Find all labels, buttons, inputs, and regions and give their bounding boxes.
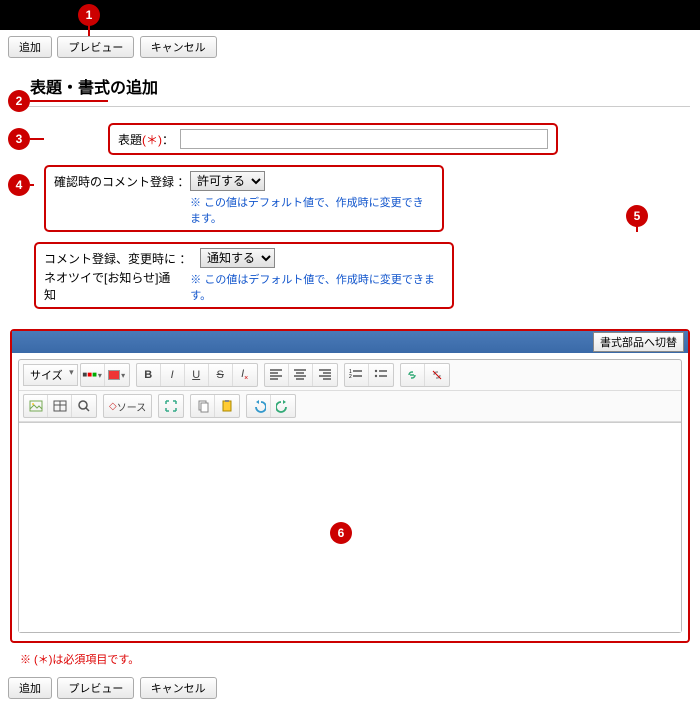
bg-color-button[interactable]: ▾ <box>105 364 129 386</box>
strike-button[interactable]: S <box>209 364 233 386</box>
ordered-list-button[interactable]: 12 <box>345 364 369 386</box>
align-left-button[interactable] <box>265 364 289 386</box>
editor-header-bar: 書式部品へ切替 <box>12 331 688 353</box>
table-button[interactable] <box>48 395 72 417</box>
editor-toolbar: サイズ ■■■▾ ▾ B I U S I× 12 <box>18 359 682 633</box>
align-center-button[interactable] <box>289 364 313 386</box>
add-button-bottom[interactable]: 追加 <box>8 677 52 699</box>
remove-format-button[interactable]: I× <box>233 364 257 386</box>
copy-button[interactable] <box>191 395 215 417</box>
find-button[interactable] <box>72 395 96 417</box>
undo-button[interactable] <box>247 395 271 417</box>
neotwi-notify-label: ネオツイで[お知らせ]通知 <box>44 269 176 303</box>
comment-change-note: ※ この値はデフォルト値で、作成時に変更できます。 <box>190 271 444 303</box>
preview-button-bottom[interactable]: プレビュー <box>57 677 134 699</box>
bold-button[interactable]: B <box>137 364 161 386</box>
comment-confirm-select[interactable]: 許可する <box>190 171 265 191</box>
link-button[interactable] <box>401 364 425 386</box>
comment-confirm-note: ※ この値はデフォルト値で、作成時に変更できます。 <box>190 194 434 226</box>
text-color-button[interactable]: ■■■▾ <box>81 364 105 386</box>
svg-text:2: 2 <box>349 374 352 380</box>
bottom-button-bar: 追加 プレビュー キャンセル <box>0 671 700 705</box>
comment-change-label: コメント登録、変更時に ： <box>44 250 194 267</box>
callout-badge-1: 1 <box>78 4 100 26</box>
align-right-button[interactable] <box>313 364 337 386</box>
preview-button[interactable]: プレビュー <box>57 36 134 58</box>
title-input[interactable] <box>180 129 548 149</box>
image-button[interactable] <box>24 395 48 417</box>
unordered-list-button[interactable] <box>369 364 393 386</box>
source-button[interactable]: ◇ソース <box>104 395 151 417</box>
font-size-select[interactable]: サイズ <box>23 364 78 386</box>
switch-format-parts-button[interactable]: 書式部品へ切替 <box>593 332 684 352</box>
page-title: 表題・書式の追加 <box>10 64 690 107</box>
callout-badge-4: 4 <box>8 174 30 196</box>
editor-container: 書式部品へ切替 サイズ ■■■▾ ▾ B I U S I× 12 <box>10 329 690 643</box>
italic-button[interactable]: I <box>161 364 185 386</box>
add-button[interactable]: 追加 <box>8 36 52 58</box>
underline-button[interactable]: U <box>185 364 209 386</box>
required-footnote: ※ (＊)は必須項目です。 <box>0 643 700 671</box>
redo-button[interactable] <box>271 395 295 417</box>
callout-badge-2: 2 <box>8 90 30 112</box>
callout-badge-5: 5 <box>626 205 648 227</box>
comment-change-select[interactable]: 通知する <box>200 248 275 268</box>
paste-button[interactable] <box>215 395 239 417</box>
unlink-button[interactable] <box>425 364 449 386</box>
callout-badge-3: 3 <box>8 128 30 150</box>
cancel-button-bottom[interactable]: キャンセル <box>140 677 217 699</box>
cancel-button[interactable]: キャンセル <box>140 36 217 58</box>
title-label: 表題(＊)： <box>118 131 180 148</box>
callout-badge-6: 6 <box>330 522 352 544</box>
comment-confirm-label: 確認時のコメント登録 ： <box>54 173 184 190</box>
maximize-button[interactable] <box>159 395 183 417</box>
top-button-bar: 追加 プレビュー キャンセル <box>0 30 700 64</box>
